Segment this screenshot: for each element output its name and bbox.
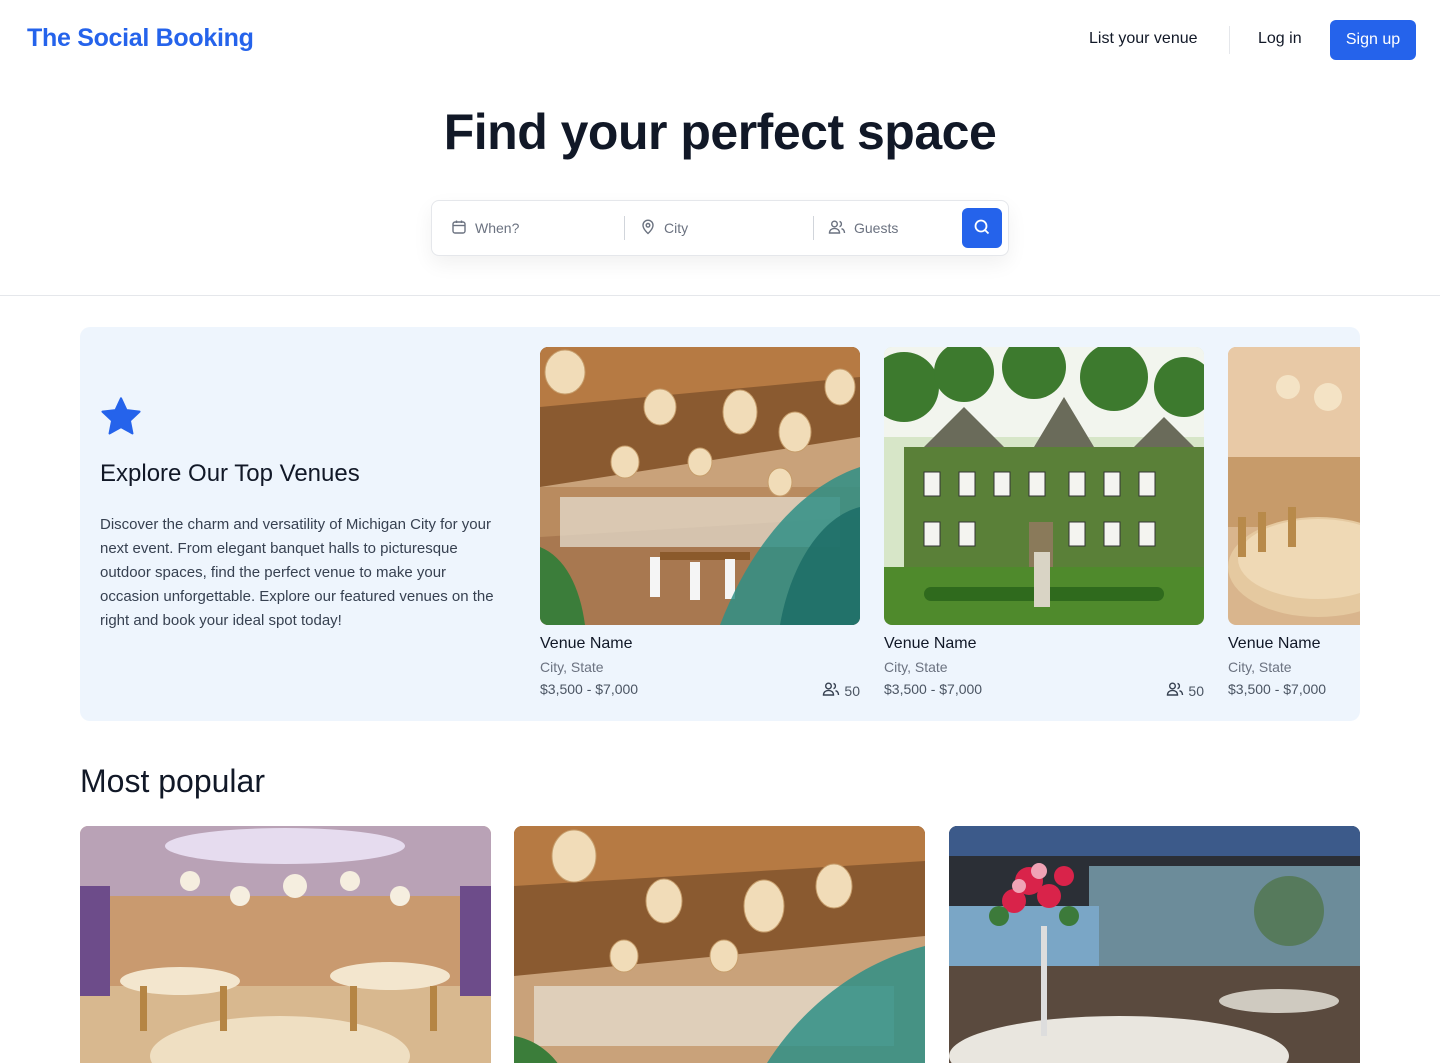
venue-photo-illustration [514,826,925,1063]
venue-photo-illustration [80,826,491,1063]
venue-capacity-value: 50 [844,682,860,699]
venue-name[interactable]: Venue Name [540,635,860,653]
list-your-venue-link[interactable]: List your venue [1089,30,1198,48]
when-field[interactable] [451,201,621,255]
venue-photo-illustration [884,347,1204,625]
city-input[interactable] [664,220,784,236]
venue-price: $3,500 - $7,000 [540,681,639,697]
venue-card[interactable]: Venue Name City, State $3,500 - $7,000 5… [540,347,860,700]
venue-photo-illustration [540,347,860,625]
venue-card[interactable]: Venue Name City, State $3,500 - $7,000 [1228,347,1360,697]
guests-field[interactable] [828,201,974,255]
users-icon [822,681,840,700]
venue-photo[interactable] [884,347,1204,625]
venue-photo-illustration [1228,347,1360,625]
nav-divider [1229,26,1230,54]
logo[interactable]: The Social Booking [27,24,254,53]
popular-venue-card[interactable] [80,826,491,1063]
popular-venue-card[interactable] [949,826,1360,1063]
venue-price: $3,500 - $7,000 [1228,681,1327,697]
users-icon [828,219,846,238]
venue-photo-illustration [949,826,1360,1063]
search-divider [813,216,814,240]
calendar-icon [451,219,467,238]
venue-capacity-value: 50 [1188,682,1204,699]
top-venues-section: Explore Our Top Venues Discover the char… [80,327,1360,721]
most-popular-title: Most popular [80,763,265,799]
top-venues-title: Explore Our Top Venues [100,460,360,487]
users-icon [1166,681,1184,700]
login-link[interactable]: Log in [1258,30,1302,48]
search-divider [624,216,625,240]
section-divider [0,295,1440,296]
search-button[interactable] [962,208,1002,248]
venue-capacity: 50 [1166,681,1204,700]
top-venues-description: Discover the charm and versatility of Mi… [100,516,494,629]
popular-venue-card[interactable] [514,826,925,1063]
venue-price: $3,500 - $7,000 [884,681,983,697]
site-header: The Social Booking List your venue Log i… [0,0,1440,80]
venue-location: City, State [884,659,948,675]
venue-photo[interactable] [540,347,860,625]
search-bar [431,200,1009,256]
city-field[interactable] [640,201,810,255]
venue-card[interactable]: Venue Name City, State $3,500 - $7,000 5… [884,347,1204,700]
search-icon [973,218,991,239]
when-input[interactable] [475,220,595,236]
guests-input[interactable] [854,220,974,236]
venue-capacity: 50 [822,681,860,700]
venue-name[interactable]: Venue Name [884,635,1204,653]
venue-location: City, State [1228,659,1292,675]
location-pin-icon [640,219,656,238]
venue-photo[interactable] [1228,347,1360,625]
venue-location: City, State [540,659,604,675]
hero-title: Find your perfect space [443,104,997,160]
signup-button[interactable]: Sign up [1330,20,1416,60]
star-icon [98,394,144,445]
venue-name[interactable]: Venue Name [1228,635,1360,653]
